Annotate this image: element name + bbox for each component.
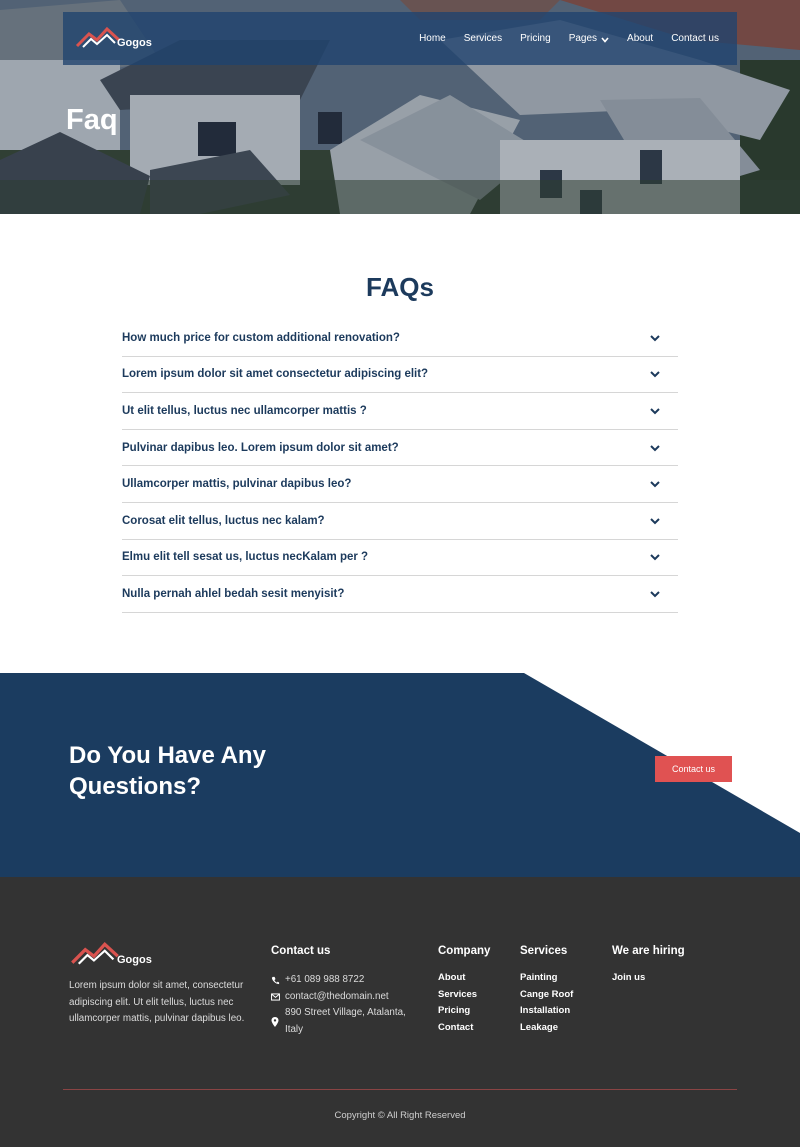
hero-banner: Gogos Home Services Pricing Pages About … xyxy=(0,0,800,214)
footer-address-text: 890 Street Village, Atalanta, Italy xyxy=(285,1007,406,1035)
email-icon xyxy=(271,993,280,1001)
footer-phone[interactable]: +61 089 988 8722 xyxy=(271,972,421,989)
faq-heading: FAQs xyxy=(366,272,434,302)
footer-phone-text: +61 089 988 8722 xyxy=(285,974,365,985)
footer-divider xyxy=(63,1089,737,1090)
footer-services-links: Painting Cange Roof Installation Leakage xyxy=(520,970,573,1036)
top-navbar: Gogos Home Services Pricing Pages About … xyxy=(63,12,737,65)
logo-roof-icon xyxy=(75,26,121,48)
chevron-down-icon[interactable] xyxy=(648,367,662,381)
faq-question: Lorem ipsum dolor sit amet consectetur a… xyxy=(122,368,429,381)
nav-pricing-label: Pricing xyxy=(520,33,551,44)
footer-address: 890 Street Village, Atalanta, Italy xyxy=(271,1005,421,1038)
faq-question: Elmu elit tell sesat us, luctus necKalam… xyxy=(122,551,369,564)
footer-description: Lorem ipsum dolor sit amet, consectetur … xyxy=(69,980,245,1025)
chevron-down-icon xyxy=(601,36,609,43)
faq-question: Nulla pernah ahlel bedah sesit menyisit? xyxy=(122,587,345,600)
faq-question: Ut elit tellus, luctus nec ullamcorper m… xyxy=(122,404,367,417)
footer-company-title: Company xyxy=(438,945,491,957)
contact-us-button[interactable]: Contact us xyxy=(655,756,732,782)
nav-home[interactable]: Home xyxy=(419,33,446,44)
footer-link-leakage[interactable]: Leakage xyxy=(520,1020,573,1037)
faq-item[interactable]: Lorem ipsum dolor sit amet consectetur a… xyxy=(122,357,678,394)
footer-services-title: Services xyxy=(520,945,568,957)
nav-pages-label: Pages xyxy=(568,33,598,44)
copyright-text: Copyright © All Right Reserved xyxy=(334,1110,466,1121)
faq-accordion: How much price for custom additional ren… xyxy=(122,320,678,613)
chevron-down-icon[interactable] xyxy=(648,514,662,528)
footer-brand-name: Gogos xyxy=(117,954,152,966)
footer-link-services[interactable]: Services xyxy=(438,987,477,1004)
main-nav: Home Services Pricing Pages About Contac… xyxy=(401,12,719,65)
footer-link-cange-roof[interactable]: Cange Roof xyxy=(520,987,573,1004)
cta-section: Do You Have Any Questions? Contact us xyxy=(0,673,800,877)
brand-name: Gogos xyxy=(117,37,152,49)
footer-link-installation[interactable]: Installation xyxy=(520,1003,573,1020)
chevron-down-icon[interactable] xyxy=(648,587,662,601)
nav-home-label: Home xyxy=(419,33,446,44)
footer-company-links: About Services Pricing Contact xyxy=(438,970,477,1036)
faq-item[interactable]: How much price for custom additional ren… xyxy=(122,320,678,357)
faq-item[interactable]: Nulla pernah ahlel bedah sesit menyisit? xyxy=(122,576,678,613)
footer-link-about[interactable]: About xyxy=(438,970,477,987)
footer-hiring-links: Join us xyxy=(612,970,645,987)
nav-services[interactable]: Services xyxy=(464,33,502,44)
nav-pages-dropdown[interactable]: Pages xyxy=(569,33,609,44)
nav-contact-label: Contact us xyxy=(671,33,719,44)
footer-link-contact[interactable]: Contact xyxy=(438,1020,477,1037)
footer-link-join-us[interactable]: Join us xyxy=(612,970,645,987)
footer-hiring-title: We are hiring xyxy=(612,945,685,957)
footer-logo[interactable]: Gogos xyxy=(69,941,152,967)
faq-item[interactable]: Ullamcorper mattis, pulvinar dapibus leo… xyxy=(122,466,678,503)
faq-question: Ullamcorper mattis, pulvinar dapibus leo… xyxy=(122,478,352,491)
faq-question: Corosat elit tellus, luctus nec kalam? xyxy=(122,514,325,527)
footer-email[interactable]: contact@thedomain.net xyxy=(271,989,421,1006)
chevron-down-icon[interactable] xyxy=(648,550,662,564)
nav-services-label: Services xyxy=(463,33,503,44)
nav-pricing[interactable]: Pricing xyxy=(520,33,551,44)
footer-link-painting[interactable]: Painting xyxy=(520,970,573,987)
footer-link-pricing[interactable]: Pricing xyxy=(438,1003,477,1020)
phone-icon xyxy=(271,976,280,985)
page-title: Faq xyxy=(66,104,118,136)
faq-item[interactable]: Elmu elit tell sesat us, luctus necKalam… xyxy=(122,540,678,577)
faq-item[interactable]: Ut elit tellus, luctus nec ullamcorper m… xyxy=(122,393,678,430)
nav-about[interactable]: About xyxy=(627,33,653,44)
chevron-down-icon[interactable] xyxy=(648,331,662,345)
footer-email-text: contact@thedomain.net xyxy=(285,990,389,1002)
location-pin-icon xyxy=(271,1017,279,1028)
site-footer: Gogos Lorem ipsum dolor sit amet, consec… xyxy=(0,877,800,1147)
faq-question: Pulvinar dapibus leo. Lorem ipsum dolor … xyxy=(122,441,399,454)
brand-logo[interactable]: Gogos xyxy=(75,26,152,50)
logo-roof-icon xyxy=(71,941,119,965)
faq-item[interactable]: Corosat elit tellus, luctus nec kalam? xyxy=(122,503,678,540)
chevron-down-icon[interactable] xyxy=(648,404,662,418)
faq-question: How much price for custom additional ren… xyxy=(122,331,400,344)
footer-contact-list: +61 089 988 8722 contact@thedomain.net 8… xyxy=(271,972,421,1038)
chevron-down-icon[interactable] xyxy=(648,441,662,455)
footer-contact-title: Contact us xyxy=(271,945,331,957)
chevron-down-icon[interactable] xyxy=(648,477,662,491)
faq-item[interactable]: Pulvinar dapibus leo. Lorem ipsum dolor … xyxy=(122,430,678,467)
nav-contact[interactable]: Contact us xyxy=(671,33,719,44)
nav-about-label: About xyxy=(627,33,654,44)
cta-heading: Do You Have Any Questions? xyxy=(69,742,266,800)
